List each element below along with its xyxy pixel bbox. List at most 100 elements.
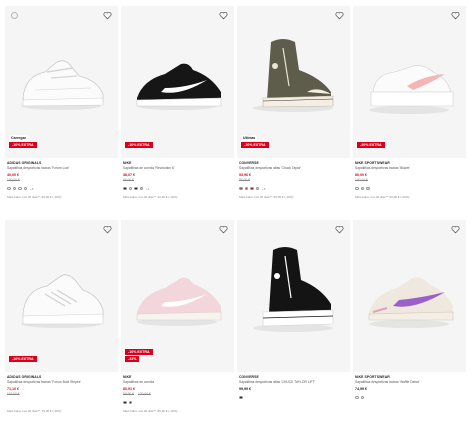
badge-stack: -10% EXTRA -33% — [125, 349, 153, 362]
discount-badge: -33% — [125, 356, 140, 362]
heart-icon[interactable] — [219, 11, 228, 20]
product-card[interactable]: NIKE SPORTSWEAR Sapatilhas desportivas b… — [353, 220, 466, 425]
product-card[interactable]: -10% EXTRA -33% NIKE Sapatilhas de corrid… — [121, 220, 234, 425]
badge-stack: -10% EXTRA — [125, 142, 153, 148]
lowest-price-note: Mais baixo nos 30 dias**: 90,00 € (-20%) — [355, 195, 410, 199]
color-swatch[interactable] — [123, 186, 127, 191]
sneaker-image — [369, 65, 454, 114]
product-info: CONVERSE Sapatilhas desportivas altas 'C… — [237, 158, 350, 211]
product-description: Sapatilhas de corrida — [123, 380, 154, 384]
product-image[interactable]: Ultimas -10% EXTRA — [237, 6, 350, 158]
original-price: 130,00 € — [138, 392, 151, 396]
product-brand: ADIDAS ORIGINALS — [7, 375, 42, 379]
product-brand: NIKE SPORTSWEAR — [355, 375, 390, 379]
color-swatch[interactable] — [139, 186, 143, 191]
color-swatch[interactable] — [250, 186, 254, 191]
lowest-price-note: Mais baixo nos 30 dias**: 42,30 € (-10%) — [123, 195, 178, 199]
product-image[interactable]: Carregar -10% EXTRA — [5, 6, 118, 158]
product-image[interactable]: -10% EXTRA — [5, 220, 118, 372]
color-swatch[interactable] — [23, 186, 27, 191]
color-swatch[interactable] — [366, 186, 370, 191]
product-brand: CONVERSE — [239, 375, 259, 379]
product-brand: CONVERSE — [239, 161, 259, 165]
heart-icon[interactable] — [335, 225, 344, 234]
product-price: 74,99 € — [355, 387, 367, 391]
badge-label: Carregar — [9, 135, 28, 141]
stock-badge: Ultimas — [241, 135, 258, 141]
sneaker-image — [368, 277, 454, 328]
color-options — [239, 395, 348, 400]
color-swatch[interactable] — [18, 186, 22, 191]
product-card[interactable]: -20% EXTRA NIKE SPORTSWEAR Sapatilhas de… — [353, 6, 466, 211]
product-description: Sapatilhas desportivas baixas 'Waffle De… — [355, 380, 420, 384]
old-price: 100,00 € — [355, 178, 368, 182]
product-card[interactable]: -10% EXTRA NIKE Sapatilhas de corrida 'R… — [121, 6, 234, 211]
color-swatch[interactable] — [360, 186, 364, 191]
heart-icon[interactable] — [335, 11, 344, 20]
product-image[interactable]: -10% EXTRA -33% — [121, 220, 234, 372]
old-price: 110,00 € — [7, 392, 20, 396]
product-image[interactable] — [353, 220, 466, 372]
more-colors[interactable]: +1 — [146, 187, 149, 191]
color-swatch[interactable] — [128, 400, 132, 405]
product-price: 99,99 € — [239, 387, 251, 391]
color-swatch[interactable] — [355, 186, 359, 191]
product-brand: ADIDAS ORIGINALS — [7, 161, 42, 165]
heart-icon[interactable] — [451, 225, 460, 234]
sneaker-image — [253, 247, 334, 332]
product-info: NIKE SPORTSWEAR Sapatilhas desportivas b… — [353, 372, 466, 425]
product-card[interactable]: CONVERSE Sapatilhas desportivas altas 'C… — [237, 220, 350, 425]
product-image[interactable]: -10% EXTRA — [121, 6, 234, 158]
product-brand: NIKE SPORTSWEAR — [355, 161, 390, 165]
old-price: 89,90 € — [123, 392, 134, 396]
color-swatch[interactable] — [12, 186, 16, 191]
heart-icon[interactable] — [103, 225, 112, 234]
badge-stack: Ultimas -10% EXTRA — [241, 135, 269, 148]
product-grid: Carregar -10% EXTRA ADIDAS ORIGINALS Sapa… — [5, 6, 468, 425]
color-swatch[interactable] — [239, 395, 243, 400]
heart-icon[interactable] — [103, 11, 112, 20]
color-swatch[interactable] — [239, 186, 243, 191]
color-options: +5 — [7, 186, 116, 191]
lowest-price-note: Mais baixo nos 30 dias**: 89,90 € (-10%) — [123, 409, 178, 413]
product-brand: NIKE — [123, 161, 132, 165]
color-swatch[interactable] — [128, 186, 132, 191]
color-swatch[interactable] — [355, 395, 359, 400]
more-colors[interactable]: +5 — [30, 187, 33, 191]
color-swatch[interactable] — [134, 186, 138, 191]
color-options — [7, 400, 116, 405]
discount-badge: -10% EXTRA — [9, 356, 37, 362]
old-price: 65,00 € — [123, 178, 134, 182]
sneaker-image — [21, 274, 104, 328]
sneaker-image — [136, 63, 222, 110]
old-price: 85,00 € — [239, 178, 250, 182]
color-options — [355, 395, 464, 400]
discount-badge: -10% EXTRA — [125, 349, 153, 355]
product-card[interactable]: Carregar -10% EXTRA ADIDAS ORIGINALS Sapa… — [5, 6, 118, 211]
product-description: Sapatilhas desportivas altas 'CHUCK TAYL… — [239, 380, 316, 384]
product-card[interactable]: -10% EXTRA ADIDAS ORIGINALS Sapatilhas d… — [5, 220, 118, 425]
badge-stack: -20% EXTRA — [357, 142, 385, 148]
product-brand: NIKE — [123, 375, 132, 379]
product-card[interactable]: Ultimas -10% EXTRA CONVERSE Sapatilhas de… — [237, 6, 350, 211]
heart-icon[interactable] — [219, 225, 228, 234]
heart-icon[interactable] — [451, 11, 460, 20]
color-swatch[interactable] — [123, 400, 127, 405]
loading-icon — [11, 12, 18, 19]
discount-badge: -20% EXTRA — [357, 142, 385, 148]
old-price: 100,00 € — [7, 178, 20, 182]
badge-stack: Carregar -10% EXTRA — [9, 135, 37, 148]
more-colors[interactable]: +5 — [262, 187, 265, 191]
product-info: NIKE SPORTSWEAR Sapatilhas desportivas b… — [353, 158, 466, 211]
product-image[interactable]: -20% EXTRA — [353, 6, 466, 158]
discount-badge: -10% EXTRA — [125, 142, 153, 148]
color-swatch[interactable] — [244, 186, 248, 191]
color-swatch[interactable] — [7, 186, 11, 191]
product-row: -10% EXTRA ADIDAS ORIGINALS Sapatilhas d… — [5, 220, 468, 425]
color-swatch[interactable] — [255, 186, 259, 191]
lowest-price-note: Mais baixo nos 30 dias**: 59,95 € (-10%) — [239, 195, 294, 199]
product-image[interactable] — [237, 220, 350, 372]
product-description: Sapatilhas desportivas baixas 'Blazer' — [355, 166, 411, 170]
discount-badge: -10% EXTRA — [9, 142, 37, 148]
color-swatch[interactable] — [360, 395, 364, 400]
